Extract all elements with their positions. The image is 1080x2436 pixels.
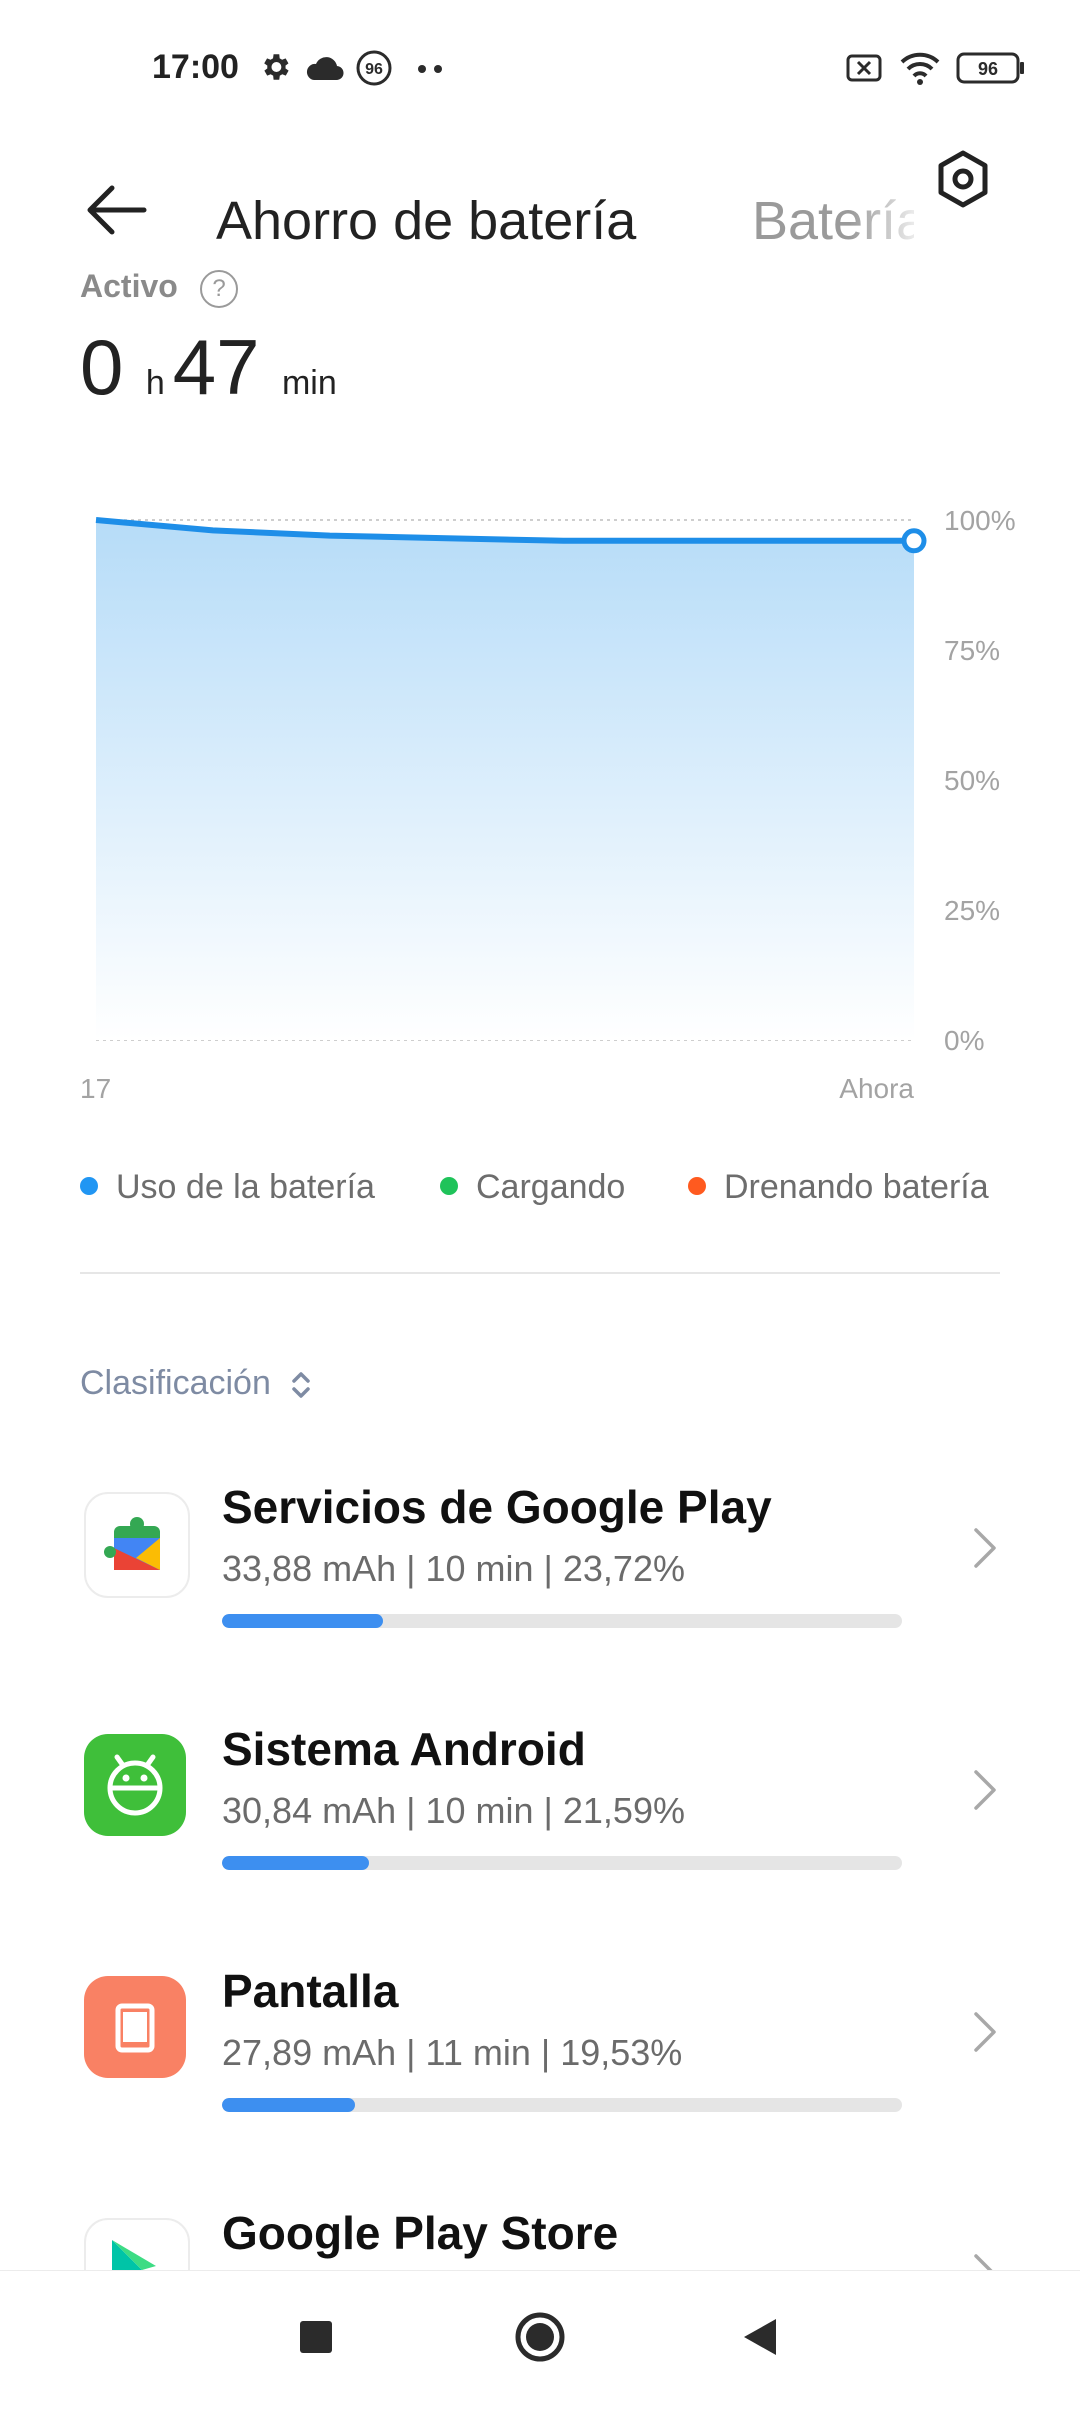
sort-label: Clasificación bbox=[80, 1364, 271, 1402]
status-time: 17:00 bbox=[152, 48, 239, 86]
cloud-icon bbox=[306, 57, 344, 81]
legend-label: Uso de la batería bbox=[116, 1168, 375, 1206]
usage-bar bbox=[222, 1614, 902, 1628]
app-name: Servicios de Google Play bbox=[222, 1481, 772, 1533]
usage-bar-fill bbox=[222, 1856, 369, 1870]
no-sim-icon bbox=[846, 54, 882, 82]
recents-button[interactable] bbox=[296, 2317, 336, 2357]
usage-bar-fill bbox=[222, 2098, 355, 2112]
tab-fade bbox=[850, 180, 930, 260]
navigation-bar bbox=[0, 2270, 1080, 2401]
page-title: Ahorro de batería bbox=[216, 191, 637, 251]
battery-area bbox=[96, 520, 914, 1040]
x-tick-label: 17 bbox=[80, 1073, 111, 1104]
usage-bar bbox=[222, 1856, 902, 1870]
app-name: Pantalla bbox=[222, 1965, 399, 2017]
y-tick-label: 100% bbox=[944, 505, 1016, 536]
gear-icon bbox=[264, 54, 289, 80]
legend-label: Cargando bbox=[476, 1168, 626, 1206]
screen-icon bbox=[84, 1976, 186, 2078]
notification-96-icon: 96 bbox=[356, 50, 392, 86]
y-tick-label: 25% bbox=[944, 895, 1000, 926]
legend-dot-orange bbox=[688, 1177, 706, 1196]
home-button[interactable] bbox=[514, 2311, 566, 2363]
app-name: Sistema Android bbox=[222, 1723, 586, 1775]
app-name: Google Play Store bbox=[222, 2207, 619, 2259]
wifi-icon bbox=[900, 52, 940, 85]
list-item[interactable]: Pantalla 27,89 mAh | 11 min | 19,53% bbox=[0, 1954, 1080, 2194]
back-button[interactable] bbox=[740, 2315, 780, 2359]
list-item[interactable]: Sistema Android 30,84 mAh | 10 min | 21,… bbox=[0, 1712, 1080, 1952]
chart-legend: Uso de la batería Cargando Drenando bate… bbox=[80, 1168, 1010, 1218]
chevron-right-icon bbox=[974, 2012, 996, 2052]
hours-unit: h bbox=[145, 364, 165, 402]
y-tick-label: 50% bbox=[944, 765, 1000, 796]
arrow-left-icon[interactable] bbox=[84, 180, 148, 240]
battery-chart: 100% 75% 50% 25% 0% 17 Ahora bbox=[80, 505, 1016, 1104]
app-stats: 27,89 mAh | 11 min | 19,53% bbox=[222, 2032, 683, 2073]
legend-label: Drenando batería bbox=[724, 1168, 989, 1206]
y-tick-label: 75% bbox=[944, 635, 1000, 666]
active-duration: 0 h 47 min bbox=[80, 322, 337, 412]
list-item[interactable]: Servicios de Google Play 33,88 mAh | 10 … bbox=[0, 1470, 1080, 1710]
legend-item-draining: Drenando batería bbox=[688, 1168, 989, 1207]
legend-dot-green bbox=[440, 1177, 458, 1196]
hours-value: 0 bbox=[80, 323, 124, 411]
legend-item-charging: Cargando bbox=[440, 1168, 625, 1207]
active-label: Activo bbox=[80, 268, 178, 304]
legend-item-usage: Uso de la batería bbox=[80, 1168, 375, 1207]
x-tick-label: Ahora bbox=[839, 1073, 914, 1104]
android-system-icon bbox=[84, 1734, 186, 1836]
chevron-right-icon bbox=[974, 1528, 996, 1568]
minutes-value: 47 bbox=[172, 323, 260, 411]
app-stats: 33,88 mAh | 10 min | 23,72% bbox=[222, 1548, 685, 1589]
divider bbox=[80, 1272, 1000, 1274]
svg-text:96: 96 bbox=[365, 61, 383, 78]
svg-text:96: 96 bbox=[978, 59, 998, 79]
legend-dot-blue bbox=[80, 1177, 98, 1196]
google-play-services-icon bbox=[84, 1492, 190, 1598]
battery-icon: 96 bbox=[956, 52, 1024, 84]
status-bar: 17:00 96 96 bbox=[0, 0, 1080, 140]
usage-bar-fill bbox=[222, 1614, 384, 1628]
sort-button[interactable]: Clasificación bbox=[80, 1364, 316, 1403]
app-stats: 30,84 mAh | 10 min | 21,59% bbox=[222, 1790, 685, 1831]
chevron-right-icon bbox=[974, 1770, 996, 1810]
usage-bar bbox=[222, 2098, 902, 2112]
hexagon-gear-icon[interactable] bbox=[934, 150, 992, 208]
minutes-unit: min bbox=[281, 364, 337, 402]
help-icon[interactable]: ? bbox=[200, 270, 238, 308]
sort-chevrons-icon bbox=[292, 1372, 311, 1398]
current-point bbox=[901, 528, 927, 554]
more-dots-icon bbox=[418, 65, 442, 73]
y-tick-label: 0% bbox=[944, 1025, 984, 1056]
